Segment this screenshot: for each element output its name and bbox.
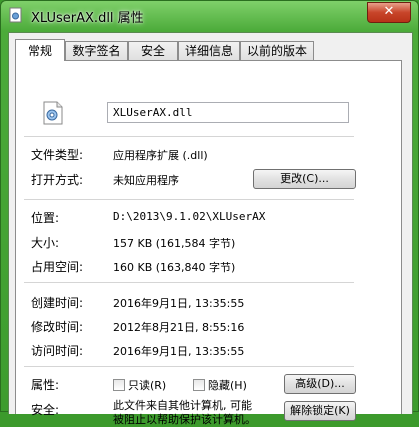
file-type-label: 文件类型: [31,148,84,162]
filename-input[interactable]: XLUserAX.dll [107,102,349,123]
location-label: 位置: [31,211,60,225]
open-with-label: 打开方式: [31,173,84,187]
separator [24,282,354,283]
dll-file-icon [8,7,24,23]
general-panel: XLUserAX.dll 文件类型: 应用程序扩展 (.dll) 打开方式: 未… [15,60,402,426]
readonly-checkbox[interactable] [113,379,125,391]
window-title: XLUserAX.dll 属性 [31,11,144,26]
separator [24,366,354,367]
modified-value: 2012年8月21日, 8:55:16 [113,321,245,334]
dll-gear-icon [40,100,66,126]
unblock-button[interactable]: 解除锁定(K) [284,401,356,421]
separator [24,136,354,137]
properties-window: XLUserAX.dll 属性 ✕ 常规 数字签名 安全 详细信息 以前的版本 [0,0,419,426]
hidden-checkbox[interactable] [193,379,205,391]
security-message: 此文件来自其他计算机, 可能 被阻止以帮助保护该计算机。 [113,399,256,426]
size-on-disk-label: 占用空间: [31,260,84,274]
close-icon: ✕ [383,4,395,19]
location-value: D:\2013\9.1.02\XLUserAX [113,210,266,223]
security-label: 安全: [31,403,60,417]
hidden-label: 隐藏(H) [208,379,247,392]
close-button[interactable]: ✕ [367,2,411,23]
change-button[interactable]: 更改(C)... [253,169,356,189]
attributes-label: 属性: [31,378,60,392]
created-value: 2016年9月1日, 13:35:55 [113,297,245,310]
tab-previous-versions[interactable]: 以前的版本 [240,41,314,60]
tab-security[interactable]: 安全 [128,41,178,60]
readonly-label: 只读(R) [128,379,167,392]
tab-details[interactable]: 详细信息 [178,41,240,60]
dialog-body: 常规 数字签名 安全 详细信息 以前的版本 XLUserAX.dll 文件类型: [8,32,413,426]
separator [24,199,354,200]
created-label: 创建时间: [31,296,84,310]
file-type-value: 应用程序扩展 (.dll) [113,149,208,162]
accessed-label: 访问时间: [31,344,84,358]
advanced-button[interactable]: 高级(D)... [284,374,356,394]
size-on-disk-value: 160 KB (163,840 字节) [113,261,236,274]
title-bar[interactable]: XLUserAX.dll 属性 ✕ [1,1,418,31]
size-label: 大小: [31,236,60,250]
open-with-value: 未知应用程序 [113,174,179,187]
tab-digital-signatures[interactable]: 数字签名 [65,41,128,60]
size-value: 157 KB (161,584 字节) [113,237,236,250]
modified-label: 修改时间: [31,320,84,334]
accessed-value: 2016年9月1日, 13:35:55 [113,345,245,358]
tab-general[interactable]: 常规 [15,39,65,61]
